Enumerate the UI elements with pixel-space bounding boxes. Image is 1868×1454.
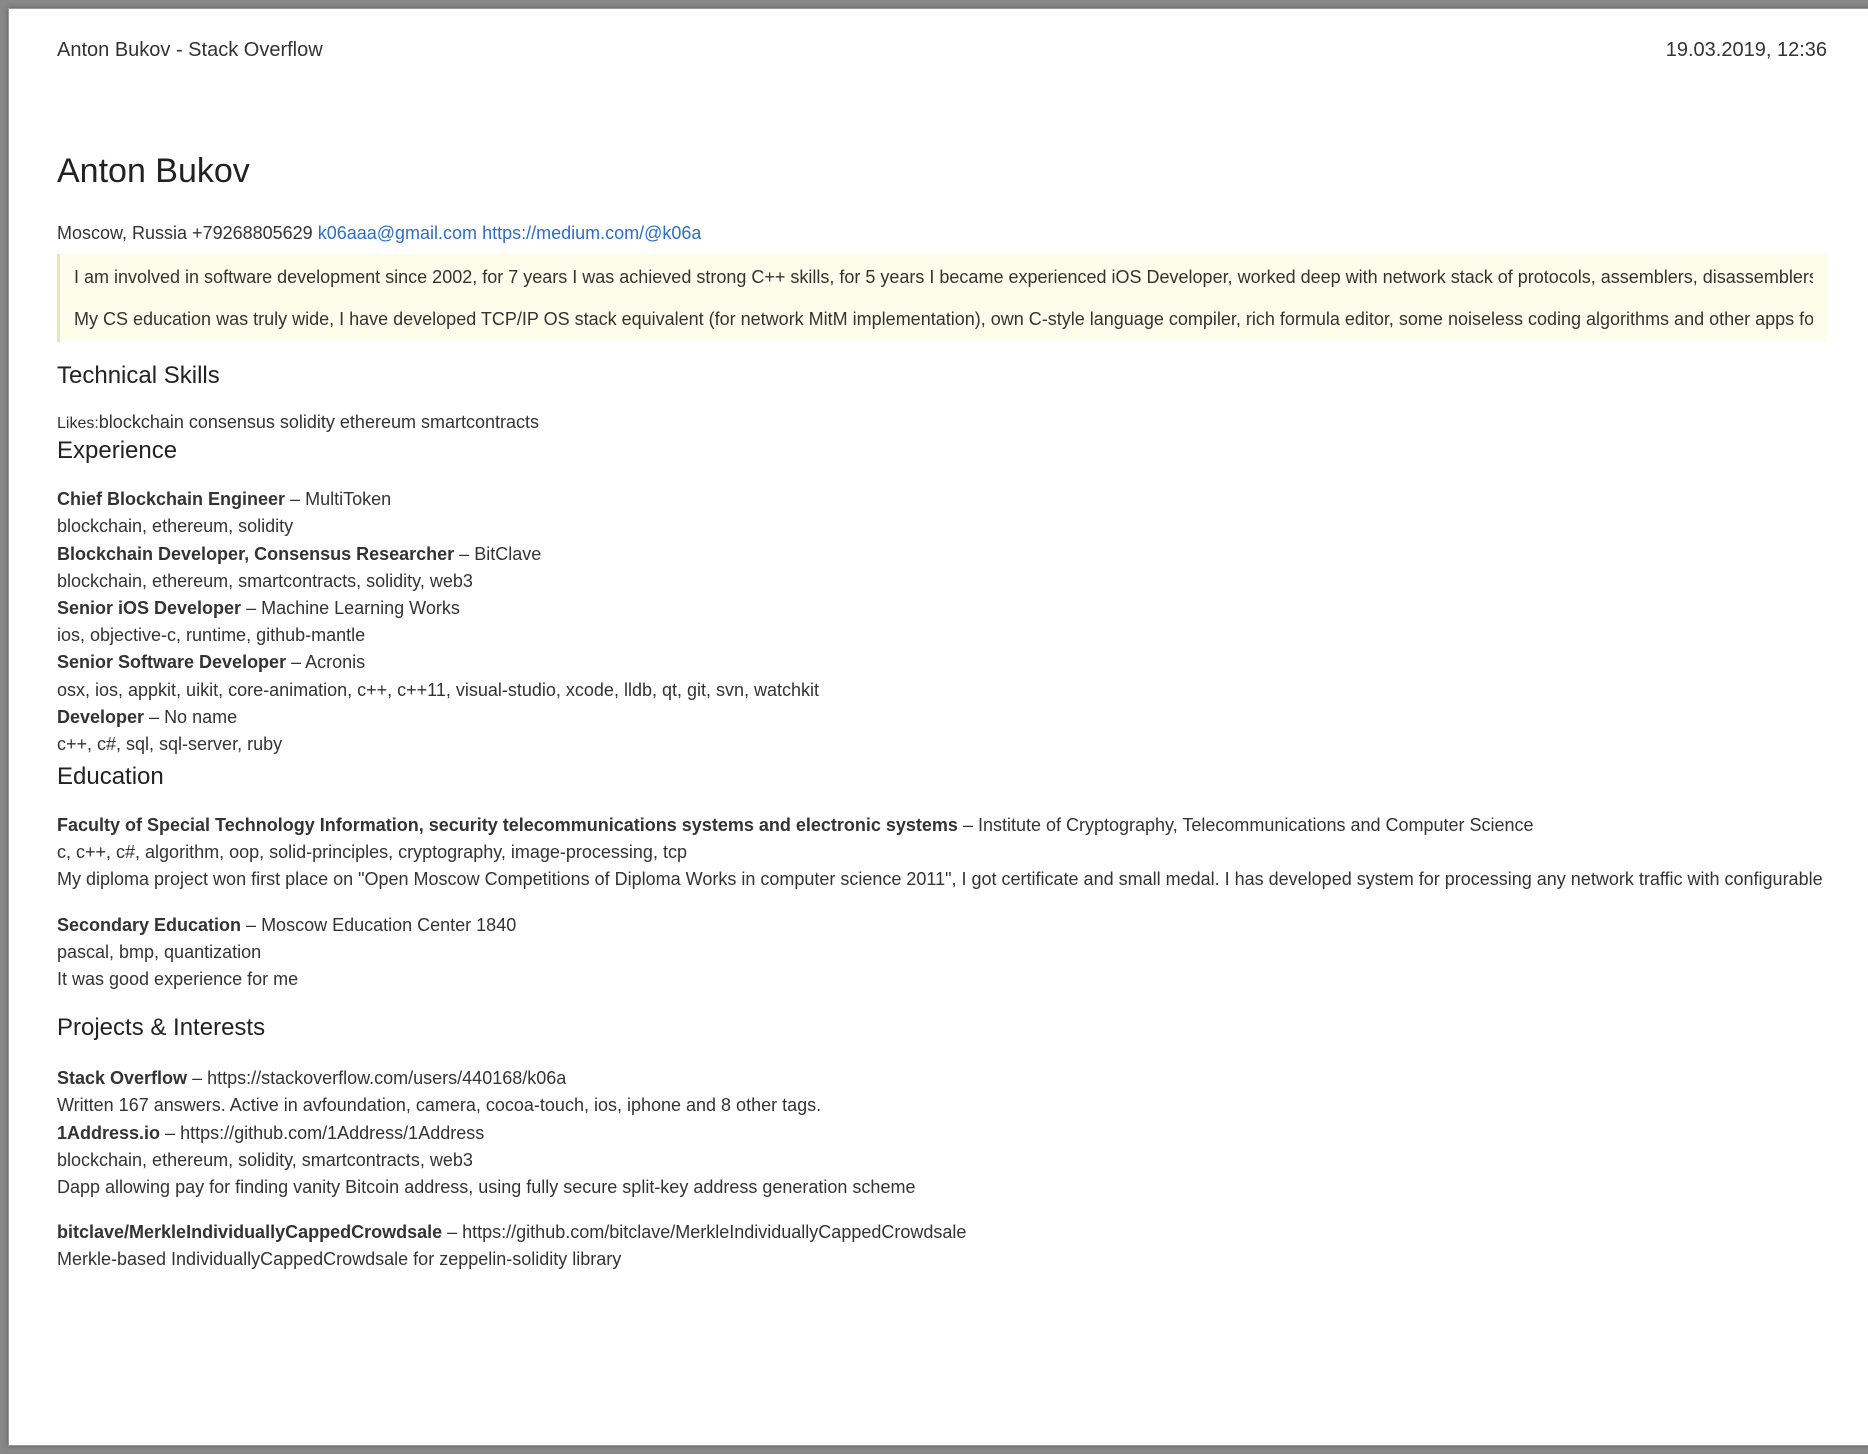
header-title: Anton Bukov - Stack Overflow <box>57 39 323 62</box>
edu-org: Moscow Education Center 1840 <box>261 915 516 935</box>
job-title: Senior iOS Developer <box>57 598 241 618</box>
project-url: https://github.com/bitclave/MerkleIndivi… <box>462 1222 966 1242</box>
job-tags: osx, ios, appkit, uikit, core-animation,… <box>57 678 1827 703</box>
bio-block: I am involved in software development si… <box>57 254 1827 342</box>
project-title: Stack Overflow <box>57 1068 187 1088</box>
page-header: Anton Bukov - Stack Overflow 19.03.2019,… <box>57 39 1827 62</box>
experience-item: Senior iOS Developer – Machine Learning … <box>57 596 1827 621</box>
experience-heading: Experience <box>57 437 1827 465</box>
email-link[interactable]: k06aaa@gmail.com <box>318 223 477 243</box>
project-tags: blockchain, ethereum, solidity, smartcon… <box>57 1148 1827 1173</box>
page-title: Anton Bukov <box>57 152 1827 191</box>
education-item: Faculty of Special Technology Informatio… <box>57 813 1827 838</box>
projects-heading: Projects & Interests <box>57 1014 1827 1042</box>
dash: – <box>454 544 474 564</box>
education-item: Secondary Education – Moscow Education C… <box>57 913 1827 938</box>
job-title: Blockchain Developer, Consensus Research… <box>57 544 454 564</box>
job-title: Developer <box>57 707 144 727</box>
dash: – <box>285 489 305 509</box>
experience-item: Developer – No name <box>57 705 1827 730</box>
experience-item: Blockchain Developer, Consensus Research… <box>57 542 1827 567</box>
edu-title: Faculty of Special Technology Informatio… <box>57 815 958 835</box>
job-title: Senior Software Developer <box>57 652 286 672</box>
dash: – <box>144 707 164 727</box>
likes-line: Likes:blockchain consensus solidity ethe… <box>57 412 1827 433</box>
experience-item: Chief Blockchain Engineer – MultiToken <box>57 487 1827 512</box>
project-tags: Written 167 answers. Active in avfoundat… <box>57 1093 1827 1118</box>
project-item: bitclave/MerkleIndividuallyCappedCrowdsa… <box>57 1220 1827 1245</box>
edu-org: Institute of Cryptography, Telecommunica… <box>978 815 1534 835</box>
project-title: 1Address.io <box>57 1123 160 1143</box>
edu-tags: c, c++, c#, algorithm, oop, solid-princi… <box>57 840 1827 865</box>
project-desc: Dapp allowing pay for finding vanity Bit… <box>57 1175 1827 1200</box>
job-tags: ios, objective-c, runtime, github-mantle <box>57 623 1827 648</box>
edu-title: Secondary Education <box>57 915 241 935</box>
education-heading: Education <box>57 763 1827 791</box>
likes-value: blockchain consensus solidity ethereum s… <box>99 412 539 432</box>
job-tags: c++, c#, sql, sql-server, ruby <box>57 732 1827 757</box>
dash: – <box>241 915 261 935</box>
location-phone: Moscow, Russia +79268805629 <box>57 223 318 243</box>
job-org: Machine Learning Works <box>261 598 460 618</box>
bio-paragraph-2: My CS education was truly wide, I have d… <box>74 306 1813 332</box>
edu-desc: It was good experience for me <box>57 967 1827 992</box>
experience-item: Senior Software Developer – Acronis <box>57 650 1827 675</box>
technical-skills-heading: Technical Skills <box>57 362 1827 390</box>
likes-label: Likes: <box>57 415 99 432</box>
dash: – <box>442 1222 462 1242</box>
medium-link[interactable]: https://medium.com/@k06a <box>482 223 701 243</box>
job-tags: blockchain, ethereum, smartcontracts, so… <box>57 569 1827 594</box>
project-item: Stack Overflow – https://stackoverflow.c… <box>57 1066 1827 1091</box>
edu-desc: My diploma project won first place on "O… <box>57 867 1827 892</box>
document-page: Anton Bukov - Stack Overflow 19.03.2019,… <box>8 8 1868 1446</box>
experience-list: Chief Blockchain Engineer – MultiToken b… <box>57 487 1827 757</box>
job-title: Chief Blockchain Engineer <box>57 489 285 509</box>
job-org: BitClave <box>474 544 541 564</box>
bio-paragraph-1: I am involved in software development si… <box>74 264 1813 290</box>
contact-line: Moscow, Russia +79268805629 k06aaa@gmail… <box>57 223 1827 244</box>
job-org: MultiToken <box>305 489 391 509</box>
education-list: Faculty of Special Technology Informatio… <box>57 813 1827 992</box>
dash: – <box>958 815 978 835</box>
edu-tags: pascal, bmp, quantization <box>57 940 1827 965</box>
projects-list: Stack Overflow – https://stackoverflow.c… <box>57 1066 1827 1272</box>
job-org: No name <box>164 707 237 727</box>
project-url: https://github.com/1Address/1Address <box>180 1123 484 1143</box>
project-tags: Merkle-based IndividuallyCappedCrowdsale… <box>57 1247 1827 1272</box>
job-org: Acronis <box>305 652 365 672</box>
job-tags: blockchain, ethereum, solidity <box>57 514 1827 539</box>
dash: – <box>286 652 305 672</box>
dash: – <box>160 1123 180 1143</box>
header-timestamp: 19.03.2019, 12:36 <box>1666 39 1827 62</box>
dash: – <box>241 598 261 618</box>
dash: – <box>187 1068 207 1088</box>
project-url: https://stackoverflow.com/users/440168/k… <box>207 1068 566 1088</box>
project-title: bitclave/MerkleIndividuallyCappedCrowdsa… <box>57 1222 442 1242</box>
project-item: 1Address.io – https://github.com/1Addres… <box>57 1121 1827 1146</box>
